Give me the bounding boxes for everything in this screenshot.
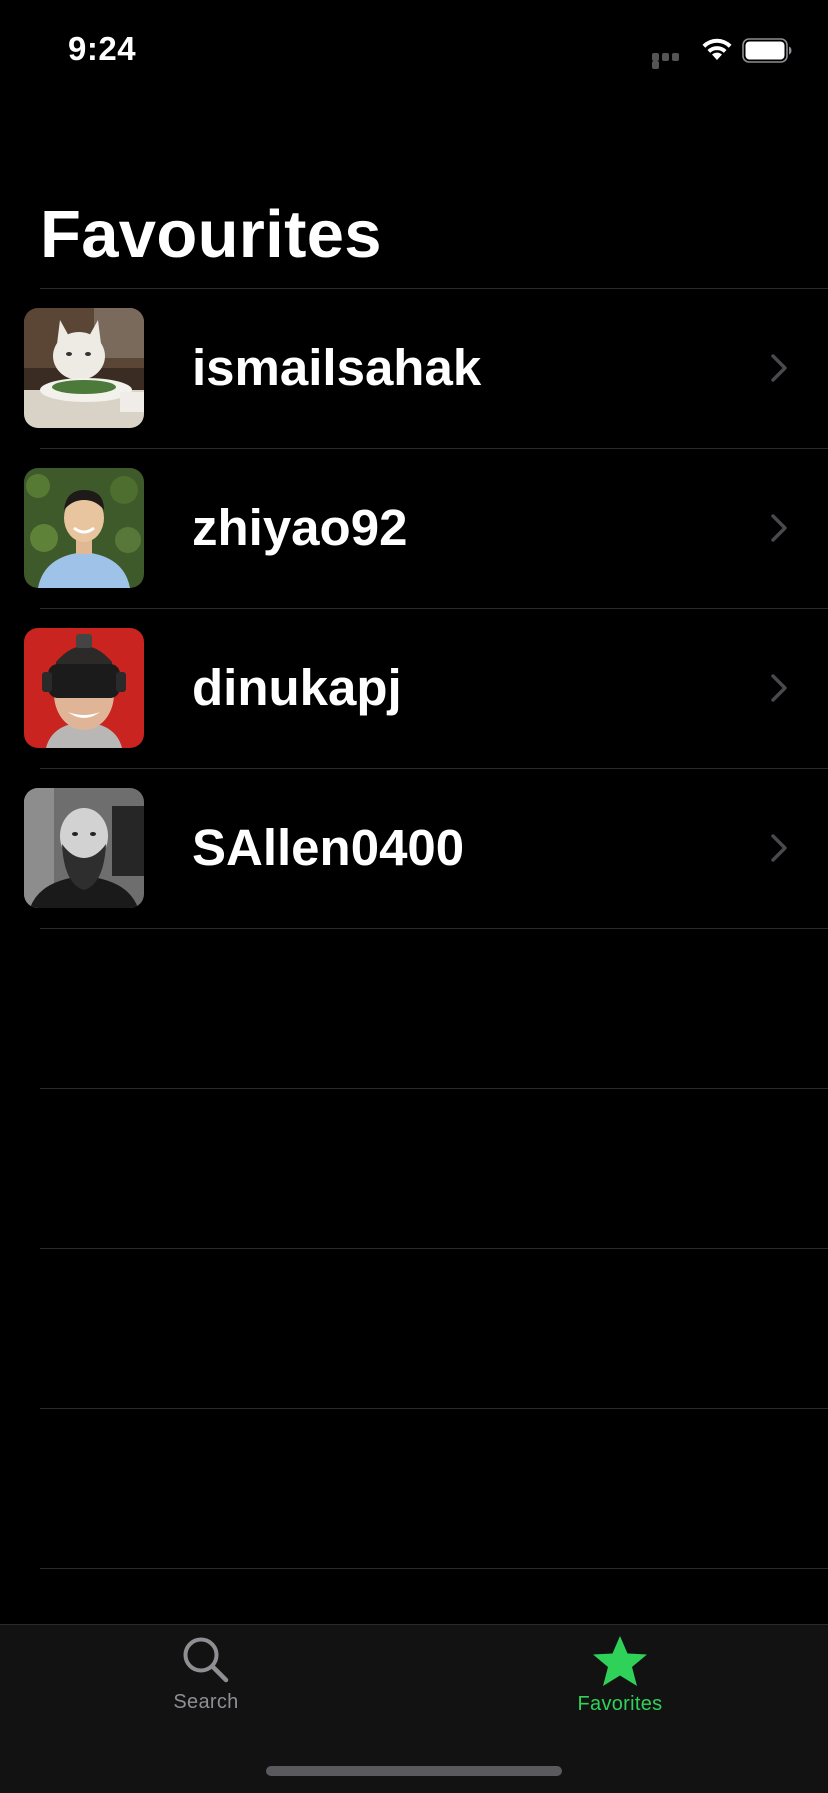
chevron-right-icon — [771, 674, 787, 702]
status-time: 9:24 — [68, 30, 137, 67]
tab-label: Search — [173, 1691, 239, 1713]
battery-icon — [742, 38, 792, 63]
page-title: Favourites — [40, 197, 382, 272]
home-indicator — [266, 1766, 562, 1776]
favorite-row[interactable]: SAllen0400 — [0, 768, 828, 928]
avatar — [24, 788, 144, 908]
row-separator — [40, 928, 828, 929]
search-icon — [183, 1637, 229, 1683]
username-label: zhiyao92 — [192, 499, 408, 556]
username-label: dinukapj — [192, 659, 402, 716]
chevron-right-icon — [771, 354, 787, 382]
username-label: ismailsahak — [192, 339, 482, 396]
cellular-signal-icon — [652, 53, 690, 69]
favorite-row[interactable]: ismailsahak — [0, 288, 828, 448]
wifi-icon — [702, 38, 732, 60]
row-separator — [40, 1568, 828, 1569]
row-separator — [40, 1088, 828, 1089]
avatar — [24, 308, 144, 428]
favorite-row[interactable]: dinukapj — [0, 608, 828, 768]
tab-search[interactable]: Search — [106, 1635, 306, 1735]
chevron-right-icon — [771, 514, 787, 542]
tab-label: Favorites — [577, 1693, 663, 1715]
chevron-right-icon — [771, 834, 787, 862]
row-separator — [40, 1408, 828, 1409]
avatar — [24, 628, 144, 748]
status-bar: 9:24 — [0, 0, 828, 100]
username-label: SAllen0400 — [192, 819, 465, 876]
star-icon — [593, 1636, 647, 1686]
avatar — [24, 468, 144, 588]
tab-favorites[interactable]: Favorites — [520, 1635, 720, 1735]
row-separator — [40, 1248, 828, 1249]
favorite-row[interactable]: zhiyao92 — [0, 448, 828, 608]
